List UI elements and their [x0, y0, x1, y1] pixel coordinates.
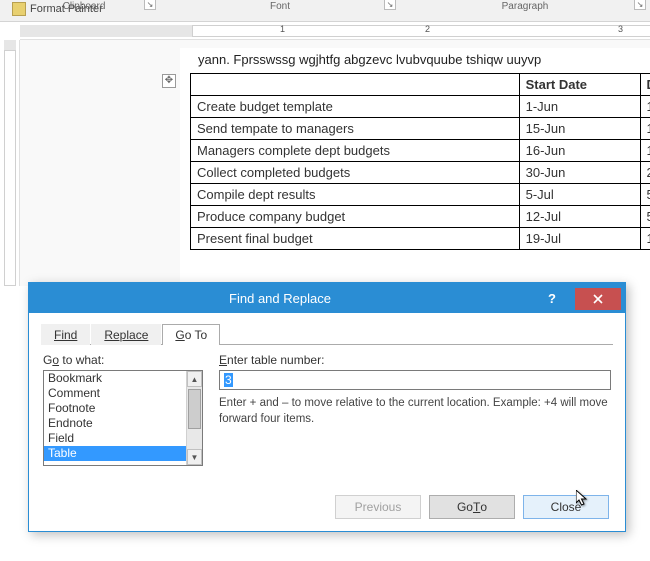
ribbon-group-paragraph-label: Paragraph [502, 1, 549, 12]
table-cell-task[interactable]: Send tempate to managers [191, 118, 520, 140]
list-item[interactable]: Bookmark [44, 371, 186, 386]
list-item[interactable]: Table [44, 446, 186, 461]
table-cell-date[interactable]: 16-Jun [519, 140, 640, 162]
goto-what-label: Go to what: [43, 353, 203, 367]
dialog-titlebar[interactable]: Find and Replace ? [29, 283, 625, 313]
tab-find[interactable]: Find [41, 324, 90, 345]
dialog-help-button[interactable]: ? [531, 287, 573, 309]
font-dialog-launcher-icon[interactable]: ↘ [384, 0, 396, 10]
table-row[interactable]: Compile dept results5-Jul5 [191, 184, 650, 206]
table-cell-date[interactable]: 5-Jul [519, 184, 640, 206]
table-row[interactable]: Present final budget19-Jul1 [191, 228, 650, 250]
list-item[interactable]: Field [44, 431, 186, 446]
table-cell-date[interactable]: 30-Jun [519, 162, 640, 184]
table-header-d[interactable]: D [640, 74, 650, 96]
table-cell-d[interactable]: 2 [640, 162, 650, 184]
ruler-mark-2: 2 [425, 24, 430, 34]
table-header-start-date[interactable]: Start Date [519, 74, 640, 96]
goto-what-listbox[interactable]: BookmarkCommentFootnoteEndnoteFieldTable… [43, 370, 203, 466]
vertical-ruler[interactable] [0, 40, 20, 286]
table-header-row[interactable]: Start Date D [191, 74, 650, 96]
table-cell-date[interactable]: 12-Jul [519, 206, 640, 228]
table-cell-d[interactable]: 1 [640, 228, 650, 250]
goto-button[interactable]: Go To [429, 495, 515, 519]
ruler-mark-1: 1 [280, 24, 285, 34]
table-cell-d[interactable]: 1 [640, 140, 650, 162]
table-move-handle-icon[interactable]: ✥ [162, 74, 176, 88]
ribbon-group-labels: Format Painter Clipboard ↘ Font ↘ Paragr… [0, 0, 650, 22]
table-row[interactable]: Managers complete dept budgets16-Jun1 [191, 140, 650, 162]
dialog-close-button[interactable] [575, 288, 621, 310]
tab-replace[interactable]: Replace [91, 324, 161, 345]
table-cell-task[interactable]: Managers complete dept budgets [191, 140, 520, 162]
previous-button: Previous [335, 495, 421, 519]
table-row[interactable]: Send tempate to managers15-Jun1 [191, 118, 650, 140]
ribbon-group-paragraph: Paragraph ↘ [400, 1, 650, 12]
scroll-thumb[interactable] [188, 389, 201, 429]
ruler-mark-3: 3 [618, 24, 623, 34]
table-cell-date[interactable]: 1-Jun [519, 96, 640, 118]
document-body-text[interactable]: yann. Fprsswssg wgjhtfg abgzevc lvubvquu… [198, 52, 640, 67]
tab-goto[interactable]: Go To [162, 324, 220, 345]
table-cell-task[interactable]: Compile dept results [191, 184, 520, 206]
clipboard-dialog-launcher-icon[interactable]: ↘ [144, 0, 156, 10]
ribbon-group-clipboard: Clipboard ↘ [0, 1, 160, 12]
find-and-replace-dialog: Find and Replace ? Find Replace Go To Go… [28, 282, 626, 532]
table-row[interactable]: Produce company budget12-Jul5 [191, 206, 650, 228]
list-item[interactable]: Footnote [44, 401, 186, 416]
close-icon [593, 294, 603, 304]
ribbon-group-font: Font ↘ [160, 1, 400, 12]
table-cell-task[interactable]: Present final budget [191, 228, 520, 250]
table-cell-task[interactable]: Collect completed budgets [191, 162, 520, 184]
table-cell-d[interactable]: 1 [640, 96, 650, 118]
goto-hint-text: Enter + and – to move relative to the cu… [219, 396, 611, 427]
table-row[interactable]: Create budget template1-Jun1 [191, 96, 650, 118]
table-number-input[interactable]: 3 [219, 370, 611, 390]
table-row[interactable]: Collect completed budgets30-Jun2 [191, 162, 650, 184]
document-page: yann. Fprsswssg wgjhtfg abgzevc lvubvquu… [20, 40, 650, 286]
dialog-title: Find and Replace [29, 291, 531, 306]
paragraph-dialog-launcher-icon[interactable]: ↘ [634, 0, 646, 10]
table-cell-d[interactable]: 1 [640, 118, 650, 140]
dialog-tabs: Find Replace Go To [41, 323, 613, 345]
close-button[interactable]: Close [523, 495, 609, 519]
mouse-cursor-icon [576, 490, 590, 508]
scroll-down-icon[interactable]: ▼ [187, 449, 202, 465]
list-item[interactable]: Comment [44, 386, 186, 401]
listbox-scrollbar[interactable]: ▲ ▼ [186, 371, 202, 465]
table-cell-d[interactable]: 5 [640, 184, 650, 206]
horizontal-ruler[interactable]: 1 2 3 [20, 22, 650, 40]
enter-number-label: Enter table number: [219, 353, 611, 367]
scroll-up-icon[interactable]: ▲ [187, 371, 202, 387]
table-cell-task[interactable]: Create budget template [191, 96, 520, 118]
table-cell-d[interactable]: 5 [640, 206, 650, 228]
table-cell-date[interactable]: 15-Jun [519, 118, 640, 140]
list-item[interactable]: Endnote [44, 416, 186, 431]
table-cell-task[interactable]: Produce company budget [191, 206, 520, 228]
ribbon-group-clipboard-label: Clipboard [63, 1, 106, 12]
table-cell-date[interactable]: 19-Jul [519, 228, 640, 250]
ribbon-group-font-label: Font [270, 1, 290, 12]
document-table[interactable]: Start Date D Create budget template1-Jun… [190, 73, 650, 250]
table-header-task[interactable] [191, 74, 520, 96]
